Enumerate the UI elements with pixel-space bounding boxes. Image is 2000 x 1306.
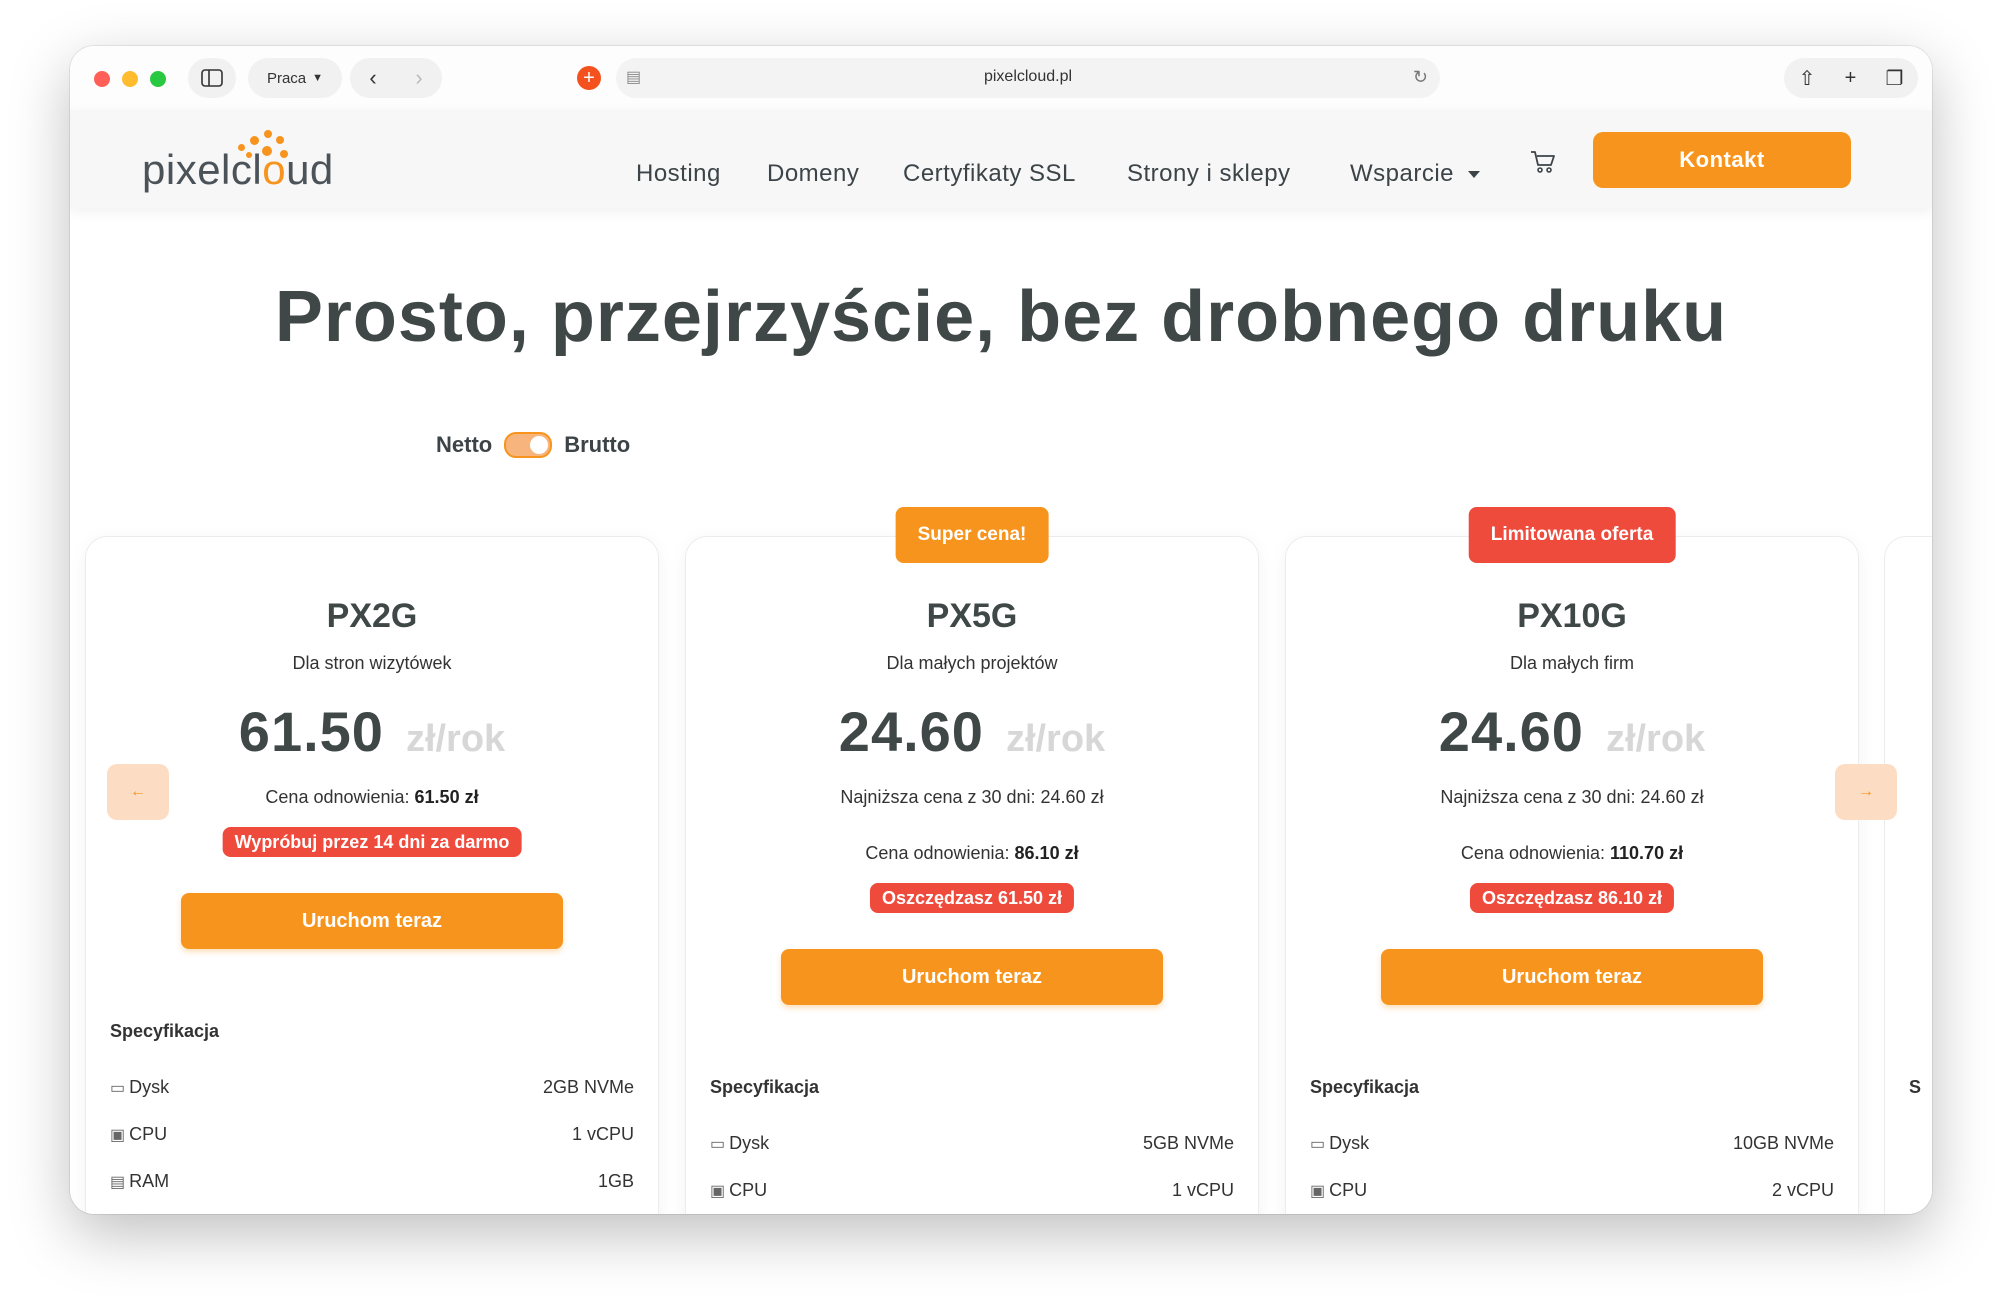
tab-overview-icon[interactable]: ❐ <box>1885 66 1903 91</box>
url-text: pixelcloud.pl <box>983 68 1073 85</box>
plan-description: Dla małych firm <box>1509 653 1634 673</box>
renewal-price: Cena odnowienia: 110.70 zł <box>1460 843 1684 863</box>
minimize-window-button[interactable] <box>122 71 138 87</box>
plan-card-px2g: PX2G Dla stron wizytówek 61.50 zł/rok Cen… <box>85 536 659 1214</box>
sidebar-icon <box>201 69 223 87</box>
back-arrow-icon[interactable]: ‹ <box>369 65 376 91</box>
spec-row-cpu: ▣ CPU 1 vCPU <box>110 1124 634 1144</box>
ram-icon: ▤ <box>110 1174 126 1191</box>
spec-title: Specyfikacja <box>710 1077 820 1097</box>
price-row: 24.60 zł/rok <box>1286 699 1858 764</box>
spec-row-cpu: ▣ CPU 1 vCPU <box>710 1180 1234 1200</box>
trial-badge: Wypróbuj przez 14 dni za darmo <box>222 827 522 857</box>
savings-badge: Oszczędzasz 61.50 zł <box>869 883 1075 913</box>
plan-name: PX10G <box>1517 597 1627 635</box>
spec-title-partial: S <box>1909 1077 1922 1097</box>
reload-icon[interactable]: ↻ <box>1413 67 1428 88</box>
plan-card-partial: S <box>1884 536 1932 1214</box>
disk-icon: ▭ <box>1310 1136 1326 1153</box>
price-value: 24.60 <box>838 700 984 763</box>
spec-title: Specyfikacja <box>110 1021 220 1041</box>
carousel-next-button[interactable]: → <box>1835 764 1897 820</box>
browser-actions: ⇧ + ❐ <box>1784 58 1918 98</box>
savings-badge: Oszczędzasz 86.10 zł <box>1469 883 1675 913</box>
forward-arrow-icon[interactable]: › <box>415 65 422 91</box>
price-value: 61.50 <box>238 700 384 763</box>
disk-icon: ▭ <box>110 1080 126 1097</box>
extension-icon[interactable]: + <box>577 66 601 90</box>
profile-selector[interactable]: Praca ▼ <box>248 58 342 98</box>
sidebar-toggle-button[interactable] <box>188 58 236 98</box>
plan-description: Dla małych projektów <box>886 653 1058 673</box>
cpu-icon: ▣ <box>710 1183 726 1200</box>
price-toggle-row: Netto Brutto <box>436 432 630 458</box>
history-nav: ‹ › <box>350 58 442 98</box>
spec-row-disk: ▭ Dysk 5GB NVMe <box>710 1133 1234 1153</box>
disk-icon: ▭ <box>710 1136 726 1153</box>
price-row: 24.60 zł/rok <box>686 699 1258 764</box>
renewal-price: Cena odnowienia: 86.10 zł <box>865 843 1079 863</box>
spec-title: Specyfikacja <box>1310 1077 1420 1097</box>
nav-wsparcie[interactable]: Wsparcie <box>1350 160 1481 188</box>
price-row: 61.50 zł/rok <box>86 699 658 764</box>
cpu-icon: ▣ <box>1310 1183 1326 1200</box>
carousel-prev-button[interactable]: ← <box>107 764 169 820</box>
spec-row-cpu: ▣ CPU 2 vCPU <box>1310 1180 1834 1200</box>
plan-card-px5g: Super cena! PX5G Dla małych projektów 24… <box>685 507 1259 1214</box>
browser-toolbar: Praca ▼ ‹ › + ▤ pixelcloud.pl ↻ ⇧ + ❐ <box>70 46 1932 110</box>
price-unit: zł/rok <box>1005 718 1106 760</box>
logo-text: pixelcloud <box>142 146 334 193</box>
plan-description: Dla stron wizytówek <box>292 653 452 673</box>
nav-certyfikaty-ssl[interactable]: Certyfikaty SSL <box>903 160 1076 188</box>
caret-down-icon <box>1468 171 1481 179</box>
page-title: Prosto, przejrzyście, bez drobnego druku <box>274 277 1728 357</box>
browser-window: Praca ▼ ‹ › + ▤ pixelcloud.pl ↻ ⇧ + ❐ pi… <box>70 46 1932 1214</box>
chevron-down-icon: ▼ <box>312 72 324 84</box>
start-now-button[interactable]: Uruchom teraz <box>781 949 1163 1005</box>
plan-badge: Limitowana oferta <box>1468 507 1676 563</box>
arrow-left-icon: ← <box>130 783 146 800</box>
renewal-price: Cena odnowienia: 61.50 zł <box>265 787 479 807</box>
site-logo[interactable]: pixelcloud <box>142 130 362 194</box>
zoom-window-button[interactable] <box>150 71 166 87</box>
spec-row-disk: ▭ Dysk 2GB NVMe <box>110 1077 634 1097</box>
brutto-label: Brutto <box>564 432 631 457</box>
start-now-button[interactable]: Uruchom teraz <box>181 893 563 949</box>
price-value: 24.60 <box>1438 700 1584 763</box>
nav-wsparcie-label: Wsparcie <box>1350 160 1455 187</box>
contact-button[interactable]: Kontakt <box>1593 132 1851 188</box>
close-window-button[interactable] <box>94 71 110 87</box>
plan-name: PX2G <box>326 597 418 635</box>
spec-row-ram: ▤ RAM 1GB <box>110 1171 634 1191</box>
nav-domeny[interactable]: Domeny <box>767 160 859 188</box>
plan-name: PX5G <box>926 597 1018 635</box>
nav-strony-i-sklepy[interactable]: Strony i sklepy <box>1127 160 1291 188</box>
price-unit: zł/rok <box>405 718 506 760</box>
lowest-price: Najniższa cena z 30 dni: 24.60 zł <box>840 787 1104 807</box>
profile-name: Praca <box>266 69 307 87</box>
address-bar[interactable]: ▤ pixelcloud.pl ↻ <box>616 58 1440 98</box>
arrow-right-icon: → <box>1858 783 1874 800</box>
cart-icon[interactable] <box>1530 150 1556 181</box>
netto-brutto-toggle[interactable] <box>504 432 553 458</box>
price-unit: zł/rok <box>1605 718 1706 760</box>
start-now-button[interactable]: Uruchom teraz <box>1381 949 1763 1005</box>
plan-card-px10g: Limitowana oferta PX10G Dla małych firm … <box>1285 507 1859 1214</box>
netto-label: Netto <box>436 432 493 457</box>
lowest-price: Najniższa cena z 30 dni: 24.60 zł <box>1440 787 1704 807</box>
share-icon[interactable]: ⇧ <box>1799 66 1816 91</box>
spec-row-disk: ▭ Dysk 10GB NVMe <box>1310 1133 1834 1153</box>
nav-hosting[interactable]: Hosting <box>636 160 721 188</box>
plan-badge: Super cena! <box>895 507 1049 563</box>
cpu-icon: ▣ <box>110 1127 126 1144</box>
new-tab-icon[interactable]: + <box>1845 67 1857 90</box>
